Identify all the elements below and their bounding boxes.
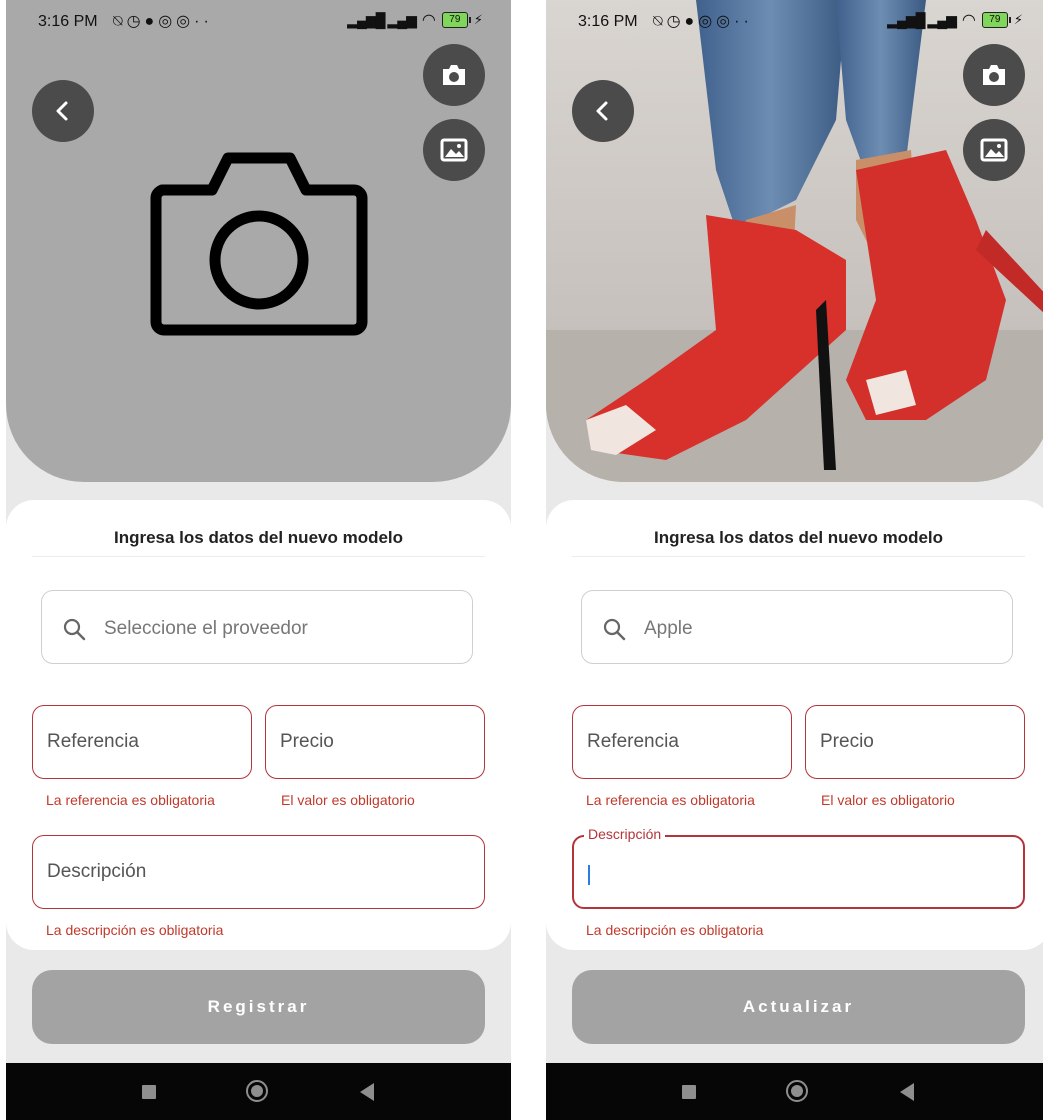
form-title: Ingresa los datos del nuevo modelo (653, 528, 944, 547)
status-indicators: ▂▄▆█ ▂▄▆ ◠ 79 ⚡ (347, 10, 483, 30)
text-cursor (588, 865, 590, 885)
price-error: El valor es obligatorio (821, 792, 955, 808)
update-button[interactable]: Actualizar (572, 970, 1025, 1044)
description-field[interactable]: Descripción (32, 835, 485, 909)
battery-icon: 79 (981, 12, 1011, 28)
home-icon[interactable] (786, 1080, 808, 1102)
price-error: El valor es obligatorio (281, 792, 415, 808)
description-field[interactable]: Descripción (572, 826, 1025, 909)
price-field[interactable]: Precio (265, 705, 485, 779)
gallery-button[interactable] (963, 119, 1025, 181)
description-error: La descripción es obligatoria (586, 922, 764, 938)
home-icon[interactable] (246, 1080, 268, 1102)
screen-edit-model: 3:16 PM ⍉◷●◎◎·· ▂▄▆█ ▂▄▆ ◠ 79 ⚡ Ingresa … (546, 0, 1043, 1120)
reference-error: La referencia es obligatoria (46, 792, 215, 808)
charging-icon: ⚡ (1013, 12, 1023, 27)
status-bar: 3:16 PM ⍉◷●◎◎·· ▂▄▆█ ▂▄▆ ◠ 79 ⚡ (6, 0, 511, 44)
supplier-search-field[interactable]: Seleccione el proveedor (41, 590, 473, 664)
supplier-placeholder: Seleccione el proveedor (104, 618, 308, 639)
description-error: La descripción es obligatoria (46, 922, 224, 938)
notification-icons: ⍉◷●◎◎·· (653, 13, 753, 30)
take-photo-button[interactable] (963, 44, 1025, 106)
status-indicators: ▂▄▆█ ▂▄▆ ◠ 79 ⚡ (887, 10, 1023, 30)
form-card: Ingresa los datos del nuevo modelo Selec… (6, 500, 511, 950)
form-card: Ingresa los datos del nuevo modelo Apple… (546, 500, 1043, 950)
take-photo-button[interactable] (423, 44, 485, 106)
back-button[interactable] (32, 80, 94, 142)
register-button[interactable]: Registrar (32, 970, 485, 1044)
description-label: Descripción (47, 861, 147, 882)
recents-icon[interactable] (682, 1085, 696, 1099)
system-nav-bar (546, 1063, 1043, 1120)
image-icon (440, 138, 468, 162)
divider (572, 556, 1025, 557)
screen-new-model: 3:16 PM ⍉◷●◎◎·· ▂▄▆█ ▂▄▆ ◠ 79 ⚡ Ingresa … (6, 0, 511, 1120)
price-field[interactable]: Precio (805, 705, 1025, 779)
reference-field[interactable]: Referencia (32, 705, 252, 779)
wifi-icon: ◠ (421, 12, 436, 29)
wifi-icon: ◠ (961, 12, 976, 29)
battery-icon: 79 (441, 12, 471, 28)
status-bar: 3:16 PM ⍉◷●◎◎·· ▂▄▆█ ▂▄▆ ◠ 79 ⚡ (546, 0, 1043, 44)
back-nav-icon[interactable] (360, 1083, 374, 1101)
chevron-left-icon (596, 101, 608, 121)
divider (32, 556, 485, 557)
supplier-search-field[interactable]: Apple (581, 590, 1013, 664)
price-label: Precio (280, 731, 334, 752)
recents-icon[interactable] (142, 1085, 156, 1099)
search-icon (603, 618, 626, 641)
charging-icon: ⚡ (473, 12, 483, 27)
reference-error: La referencia es obligatoria (586, 792, 755, 808)
price-label: Precio (820, 731, 874, 752)
camera-outline-icon (150, 152, 368, 336)
system-nav-bar (6, 1063, 511, 1120)
back-nav-icon[interactable] (900, 1083, 914, 1101)
form-title: Ingresa los datos del nuevo modelo (113, 528, 404, 547)
signal-icon: ▂▄▆█ ▂▄▆ (887, 11, 957, 28)
image-icon (980, 138, 1008, 162)
camera-icon (983, 65, 1005, 85)
reference-field[interactable]: Referencia (572, 705, 792, 779)
supplier-value: Apple (644, 618, 693, 639)
search-icon (63, 618, 86, 641)
back-button[interactable] (572, 80, 634, 142)
status-time: 3:16 PM (578, 13, 638, 30)
reference-label: Referencia (47, 731, 139, 752)
reference-label: Referencia (587, 731, 679, 752)
signal-icon: ▂▄▆█ ▂▄▆ (347, 11, 417, 28)
camera-icon (443, 65, 465, 85)
notification-icons: ⍉◷●◎◎·· (113, 13, 213, 30)
description-floating-label: Descripción (584, 826, 666, 842)
gallery-button[interactable] (423, 119, 485, 181)
chevron-left-icon (56, 101, 68, 121)
status-time: 3:16 PM (38, 13, 98, 30)
